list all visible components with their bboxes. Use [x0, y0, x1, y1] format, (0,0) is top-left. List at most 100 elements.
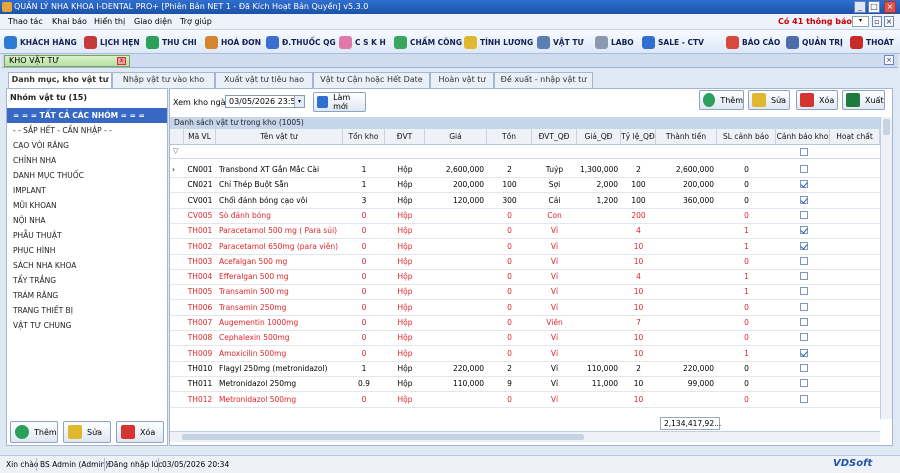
cell-code[interactable]: TH011: [187, 376, 213, 391]
cell-stock[interactable]: 0: [346, 392, 382, 407]
cell-warn_qty[interactable]: 1: [720, 269, 773, 284]
cell-warn_qty[interactable]: 0: [720, 376, 773, 391]
cell-unit_qd[interactable]: Vỉ: [535, 346, 574, 361]
cell-name[interactable]: Flagyl 250mg (metronidazol): [219, 361, 340, 376]
cell-ratio[interactable]: 10: [624, 376, 653, 391]
close-icon[interactable]: ×: [884, 1, 896, 13]
mdi-close-icon[interactable]: ×: [884, 16, 894, 27]
cell-stock_qd[interactable]: 100: [490, 177, 529, 192]
cell-unit[interactable]: Hộp: [388, 223, 422, 238]
cell-code[interactable]: CV005: [187, 208, 213, 223]
cell-stock_qd[interactable]: 9: [490, 376, 529, 391]
panel-tab-kho-vat-tu[interactable]: KHO VẬT TƯ x: [4, 55, 130, 67]
group-item[interactable]: MŨI KHOAN: [7, 198, 167, 213]
cell-stock[interactable]: 0: [346, 223, 382, 238]
cell-unit_qd[interactable]: Vỉ: [535, 254, 574, 269]
warn-checkbox[interactable]: [800, 180, 808, 189]
cell-amount[interactable]: 99,000: [659, 376, 714, 391]
group-delete-button[interactable]: Xóa: [116, 421, 164, 443]
column-header[interactable]: Tồn kho: [343, 129, 385, 145]
cell-price[interactable]: [428, 392, 484, 407]
cell-stock[interactable]: 1: [346, 162, 382, 177]
cell-stock[interactable]: 1: [346, 177, 382, 192]
group-item[interactable]: TRANG THIẾT BỊ: [7, 303, 167, 318]
cell-name[interactable]: Chổi đánh bóng cạo vôi: [219, 193, 340, 208]
hscroll-thumb[interactable]: [182, 434, 584, 440]
cell-price_qd[interactable]: 11,000: [580, 376, 618, 391]
cell-unit[interactable]: Hộp: [388, 346, 422, 361]
cell-name[interactable]: Sò đánh bóng: [219, 208, 340, 223]
cell-warn_qty[interactable]: 0: [720, 208, 773, 223]
cell-name[interactable]: Transbond XT Gắn Mắc Cài: [219, 162, 340, 177]
cell-warn_qty[interactable]: 0: [720, 254, 773, 269]
warn-checkbox[interactable]: [800, 195, 808, 204]
cell-price_qd[interactable]: [580, 239, 618, 254]
cell-code[interactable]: TH002: [187, 239, 213, 254]
cell-unit_qd[interactable]: Sợi: [535, 177, 574, 192]
cell-price[interactable]: 110,000: [428, 376, 484, 391]
cell-unit[interactable]: Hộp: [388, 392, 422, 407]
group-item[interactable]: PHỤC HÌNH: [7, 243, 167, 258]
group-item[interactable]: TRÁM RĂNG: [7, 288, 167, 303]
cell-unit_qd[interactable]: Tuýp: [535, 162, 574, 177]
cell-amount[interactable]: 360,000: [659, 193, 714, 208]
cell-price[interactable]: 120,000: [428, 193, 484, 208]
cell-warn_qty[interactable]: 1: [720, 346, 773, 361]
warn-checkbox[interactable]: [800, 241, 808, 250]
cell-price[interactable]: [428, 315, 484, 330]
column-header[interactable]: Giá: [425, 129, 487, 145]
cell-amount[interactable]: [659, 392, 714, 407]
cell-ratio[interactable]: 200: [624, 208, 653, 223]
cell-price_qd[interactable]: [580, 330, 618, 345]
group-item[interactable]: CẠO VÔI RĂNG: [7, 138, 167, 153]
cell-price[interactable]: 220,000: [428, 361, 484, 376]
cell-unit_qd[interactable]: Vỉ: [535, 330, 574, 345]
cell-code[interactable]: TH012: [187, 392, 213, 407]
cell-ratio[interactable]: 10: [624, 346, 653, 361]
cell-unit[interactable]: Hộp: [388, 208, 422, 223]
toolbar-don-thuoc[interactable]: Đ.THUỐC QG: [266, 33, 336, 51]
grid-filter-row[interactable]: ▽: [170, 145, 880, 159]
menu-khai-bao[interactable]: Khai báo: [52, 17, 87, 26]
column-header[interactable]: ĐVT_QĐ: [532, 129, 577, 145]
cell-amount[interactable]: [659, 284, 714, 299]
cell-warn_qty[interactable]: 0: [720, 193, 773, 208]
cell-stock[interactable]: 0.9: [346, 376, 382, 391]
maximize-icon[interactable]: □: [868, 1, 880, 13]
cell-price[interactable]: [428, 223, 484, 238]
cell-stock_qd[interactable]: 0: [490, 284, 529, 299]
cell-name[interactable]: Efferalgan 500 mg: [219, 269, 340, 284]
cell-stock_qd[interactable]: 0: [490, 330, 529, 345]
toolbar-labo[interactable]: LABO: [595, 33, 634, 51]
cell-warn_qty[interactable]: 0: [720, 392, 773, 407]
group-item[interactable]: PHẪU THUẬT: [7, 228, 167, 243]
cell-warn_qty[interactable]: 1: [720, 223, 773, 238]
panel-close-button[interactable]: ×: [884, 55, 894, 65]
warn-checkbox[interactable]: [800, 363, 808, 372]
cell-price_qd[interactable]: [580, 269, 618, 284]
cell-price[interactable]: [428, 269, 484, 284]
menu-giao-dien[interactable]: Giao diện: [134, 17, 172, 26]
toolbar-thu-chi[interactable]: THU CHI: [146, 33, 197, 51]
cell-ratio[interactable]: 4: [624, 269, 653, 284]
cell-name[interactable]: Cephalexin 500mg: [219, 330, 340, 345]
cell-price[interactable]: [428, 254, 484, 269]
cell-code[interactable]: TH003: [187, 254, 213, 269]
cell-amount[interactable]: [659, 269, 714, 284]
cell-unit[interactable]: Hộp: [388, 177, 422, 192]
panel-close-icon[interactable]: x: [117, 57, 126, 65]
group-edit-button[interactable]: Sửa: [63, 421, 111, 443]
column-header[interactable]: Cảnh báo kho: [776, 129, 830, 145]
warn-checkbox[interactable]: [800, 333, 808, 342]
cell-code[interactable]: TH007: [187, 315, 213, 330]
cell-price[interactable]: [428, 208, 484, 223]
cell-unit[interactable]: Hộp: [388, 284, 422, 299]
warn-checkbox[interactable]: [800, 226, 808, 235]
cell-unit_qd[interactable]: Vỉ: [535, 239, 574, 254]
cell-unit_qd[interactable]: Vỉ: [535, 361, 574, 376]
cell-unit_qd[interactable]: Vỉ: [535, 376, 574, 391]
cell-name[interactable]: Paracetamol 500 mg ( Para sủi): [219, 223, 340, 238]
skin-dropdown[interactable]: ▾: [852, 16, 869, 27]
cell-code[interactable]: CN001: [187, 162, 213, 177]
cell-warn_qty[interactable]: 0: [720, 361, 773, 376]
